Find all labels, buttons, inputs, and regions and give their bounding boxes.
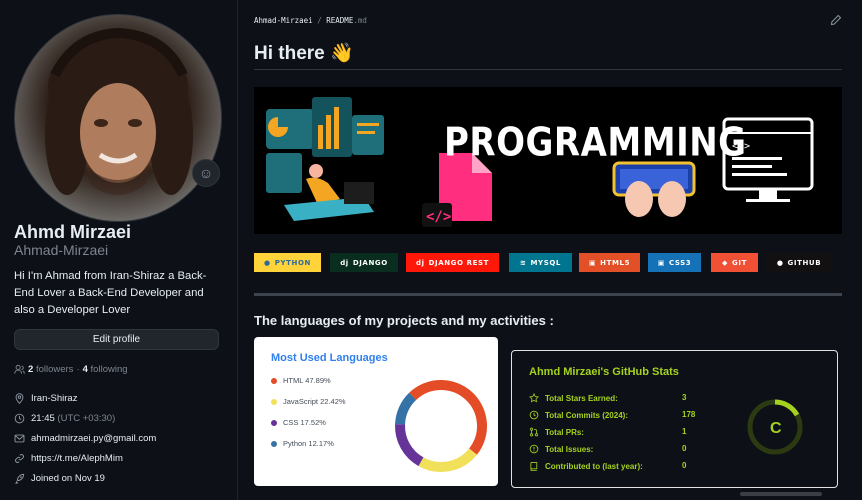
badge-python[interactable]: ● PYTHON (254, 253, 321, 272)
language-item: HTML 47.89% (271, 376, 331, 385)
stat-row-stars: Total Stars Earned: (529, 393, 618, 403)
profile-login: Ahmad-Mirzaei (14, 242, 109, 258)
stat-value-stars: 3 (682, 393, 687, 402)
stat-row-prs: Total PRs: (529, 427, 584, 437)
badge-django-rest[interactable]: dj DJANGO REST (406, 253, 499, 272)
most-used-languages-card: Most Used Languages HTML 47.89% JavaScrip… (254, 337, 498, 486)
stat-value-contributed: 0 (682, 461, 687, 470)
profile-local-time: 21:45 (UTC +03:30) (14, 413, 115, 424)
language-item: CSS 17.52% (271, 418, 326, 427)
edit-profile-button[interactable]: Edit profile (14, 329, 219, 350)
donut-slice-javascript (418, 448, 477, 472)
badge-css3[interactable]: ▣ CSS3 (648, 253, 701, 272)
badge-django[interactable]: dj DJANGO (330, 253, 398, 272)
stat-row-commits: Total Commits (2024): (529, 410, 628, 420)
language-color-dot (271, 377, 277, 384)
language-color-dot (271, 419, 277, 426)
profile-email[interactable]: ahmadmirzaei.py@gmail.com (14, 433, 156, 444)
badge-mysql[interactable]: ≋ MYSQL (509, 253, 572, 272)
avatar[interactable] (14, 14, 222, 222)
title-divider (254, 69, 842, 70)
horizontal-scrollbar[interactable] (740, 492, 822, 496)
stat-row-contributed: Contributed to (last year): (529, 461, 643, 471)
languages-donut-chart (395, 380, 487, 472)
stats-title: Ahmd Mirzaei's GitHub Stats (529, 366, 679, 378)
django-icon: dj (340, 258, 349, 267)
stat-value-issues: 0 (682, 444, 687, 453)
languages-title: Most Used Languages (271, 352, 388, 364)
language-item: Python 12.17% (271, 439, 334, 448)
css3-icon: ▣ (657, 258, 665, 267)
followers-link[interactable]: 2 followers (28, 364, 73, 375)
badge-github[interactable]: ● GITHUB (766, 253, 832, 272)
banner-heading: PROGRAMMING (444, 120, 747, 166)
github-icon: ● (776, 258, 784, 267)
profile-location: Iran-Shiraz (14, 393, 77, 404)
language-label: Python 12.17% (283, 439, 334, 448)
language-label: HTML 47.89% (283, 376, 331, 385)
programming-banner: </> </> PROGRAMMING (254, 87, 842, 234)
follow-counts: 2 followers · 4 following (14, 364, 128, 375)
clock-icon (14, 413, 25, 424)
profile-link[interactable]: https://t.me/AlephMim (14, 453, 123, 464)
location-icon (15, 393, 24, 404)
html5-icon: ▣ (588, 258, 597, 267)
stat-value-commits: 178 (682, 410, 696, 419)
language-label: CSS 17.52% (283, 418, 326, 427)
breadcrumb: Ahmad-Mirzaei / README.md (254, 16, 367, 25)
rank-letter: C (770, 420, 782, 437)
django-rest-icon: dj (415, 258, 425, 267)
mysql-icon: ≋ (520, 258, 527, 267)
python-icon: ● (264, 258, 271, 267)
breadcrumb-file: README (326, 16, 354, 25)
link-icon (15, 454, 24, 463)
stat-value-prs: 1 (682, 427, 687, 436)
badge-git[interactable]: ◆ GIT (711, 253, 758, 272)
pull-request-icon (529, 427, 539, 437)
github-stats-card: Ahmd Mirzaei's GitHub Stats Total Stars … (511, 350, 838, 488)
readme-title: Hi there 👋 (254, 43, 354, 64)
profile-bio: Hi I'm Ahmad from Iran-Shiraz a Back-End… (14, 270, 207, 316)
people-icon (14, 364, 25, 374)
issue-icon (529, 444, 539, 454)
rocket-icon (15, 473, 25, 484)
section-title: The languages of my projects and my acti… (254, 313, 554, 328)
section-divider (254, 293, 842, 296)
donut-slice-css (395, 424, 424, 467)
language-color-dot (271, 398, 277, 405)
breadcrumb-user[interactable]: Ahmad-Mirzaei (254, 16, 313, 25)
svg-text:</>: </> (426, 209, 451, 225)
profile-joined: Joined on Nov 19 (14, 473, 105, 484)
avatar-photo (45, 27, 193, 195)
donut-slice-python (395, 392, 417, 425)
star-icon (529, 393, 539, 403)
following-link[interactable]: 4 following (83, 364, 128, 375)
mail-icon (14, 434, 25, 443)
language-label: JavaScript 22.42% (283, 397, 346, 406)
smiley-icon: ☺ (198, 165, 214, 181)
git-icon: ◆ (722, 258, 729, 267)
repo-icon (530, 462, 538, 471)
history-icon (529, 410, 539, 420)
language-color-dot (271, 440, 277, 447)
donut-slice-html (409, 380, 487, 455)
pencil-icon[interactable] (830, 14, 842, 26)
stat-row-issues: Total Issues: (529, 444, 593, 454)
language-item: JavaScript 22.42% (271, 397, 346, 406)
set-status-button[interactable]: ☺ (192, 159, 220, 187)
profile-name: Ahmd Mirzaei (14, 222, 132, 242)
profile-sidebar: ☺ Ahmd Mirzaei Ahmad-Mirzaei Hi I'm Ahma… (0, 0, 238, 500)
badge-html5[interactable]: ▣ HTML5 (579, 253, 640, 272)
